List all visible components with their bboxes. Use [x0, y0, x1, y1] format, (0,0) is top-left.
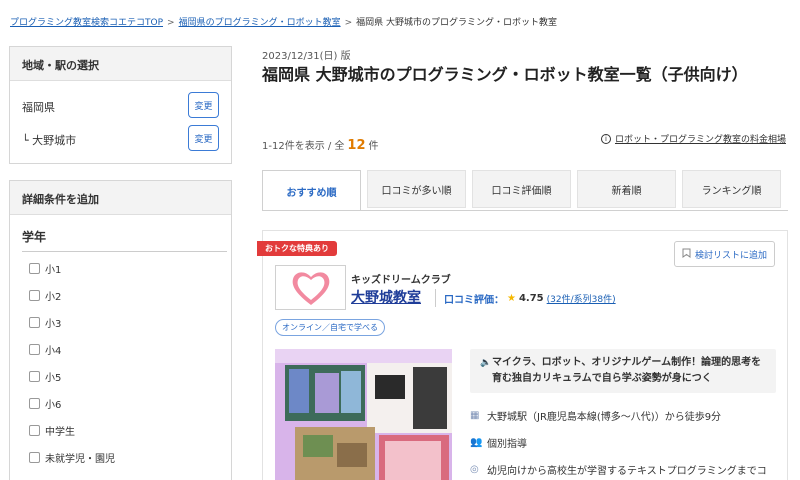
- online-tag: オンライン／自宅で学べる: [275, 319, 385, 336]
- grade-checkbox-junior-high[interactable]: 中学生: [29, 423, 75, 438]
- price-link[interactable]: i ロボット・プログラミング教室の料金相場: [600, 132, 786, 145]
- brand-name: キッズドリームクラブ: [351, 275, 451, 286]
- tab-recommended[interactable]: おすすめ順: [262, 170, 361, 211]
- tab-newest[interactable]: 新着順: [577, 170, 676, 208]
- checkbox-icon[interactable]: [29, 263, 40, 274]
- divider: [435, 289, 436, 307]
- result-total: 12: [347, 138, 366, 153]
- info-icon: i: [600, 133, 611, 144]
- checkbox-icon[interactable]: [29, 398, 40, 409]
- checkbox-icon[interactable]: [29, 425, 40, 436]
- school-photo[interactable]: [275, 349, 452, 480]
- style-text: 個別指導: [487, 439, 527, 450]
- filter-panel-title: 詳細条件を追加: [10, 181, 231, 215]
- result-count: 1-12件を表示 / 全 12 件: [262, 138, 379, 153]
- breadcrumb-current: 福岡県 大野城市のプログラミング・ロボット教室: [356, 18, 557, 28]
- filter-panel: 詳細条件を追加 学年 小1 小2 小3 小4 小5 小6 中学生 未就学児・園児: [9, 180, 232, 480]
- grade-checkbox-4[interactable]: 小4: [29, 342, 61, 357]
- checkbox-icon[interactable]: [29, 290, 40, 301]
- breadcrumb-separator: >: [167, 18, 175, 28]
- feature-text: マイクラ、ロボット、オリジナルゲーム制作！論理的思考を育む独自カリキュラムで自ら…: [492, 357, 762, 384]
- bookmark-icon: [682, 248, 691, 261]
- review-label: 口コミ評価：: [444, 295, 504, 306]
- target-text: 幼児向けから高校生が学習するテキストプログラミングまでコ: [487, 466, 767, 477]
- page-title: 福岡県 大野城市のプログラミング・ロボット教室一覧（子供向け）: [262, 65, 748, 84]
- breadcrumb-separator: >: [344, 18, 353, 28]
- school-logo[interactable]: [275, 265, 346, 310]
- school-card: おトクな特典あり 検討リストに追加 キッズドリームクラブ 大野城教室 口コミ評価…: [257, 230, 788, 480]
- target-row: ◎ 幼児向けから高校生が学習するテキストプログラミングまでコ: [470, 462, 767, 477]
- checkbox-icon[interactable]: [29, 452, 40, 463]
- tab-ranking[interactable]: ランキング順: [682, 170, 781, 208]
- change-city-button[interactable]: 変更: [188, 125, 219, 151]
- breadcrumb: プログラミング教室検索コエテコTOP > 福岡県のプログラミング・ロボット教室 > 福岡…: [10, 15, 557, 28]
- school-name-link[interactable]: 大野城教室: [351, 287, 421, 307]
- grade-checkbox-2[interactable]: 小2: [29, 288, 61, 303]
- people-icon: 👥: [470, 437, 483, 448]
- checkbox-icon[interactable]: [29, 344, 40, 355]
- add-to-list-button[interactable]: 検討リストに追加: [674, 241, 775, 267]
- grade-title: 学年: [22, 228, 227, 252]
- city-label: └ 大野城市: [22, 134, 77, 147]
- checkbox-icon[interactable]: [29, 317, 40, 328]
- breadcrumb-link-prefecture[interactable]: 福岡県のプログラミング・ロボット教室: [179, 18, 341, 28]
- target-icon: ◎: [470, 464, 479, 475]
- review-summary: 口コミ評価： ★ 4.75 (32件/系列38件): [444, 291, 616, 306]
- review-score: 4.75: [518, 293, 544, 304]
- tabs-divider: [262, 210, 788, 211]
- tab-review-rating[interactable]: 口コミ評価順: [472, 170, 571, 208]
- building-icon: ▦: [470, 410, 480, 421]
- grade-checkbox-3[interactable]: 小3: [29, 315, 61, 330]
- grade-checkbox-6[interactable]: 小6: [29, 396, 61, 411]
- edition-date: 2023/12/31(日) 版: [262, 51, 351, 62]
- grade-checkbox-1[interactable]: 小1: [29, 261, 61, 276]
- region-panel: 地域・駅の選択 福岡県 変更 └ 大野城市 変更: [9, 46, 232, 164]
- style-row: 👥 個別指導: [470, 435, 527, 450]
- breadcrumb-link-top[interactable]: プログラミング教室検索コエテコTOP: [10, 18, 163, 28]
- tab-most-reviews[interactable]: 口コミが多い順: [367, 170, 466, 208]
- star-icon: ★: [507, 293, 516, 304]
- access-text: 大野城駅（JR鹿児島本線(博多～八代)）から徒歩9分: [487, 412, 722, 423]
- region-panel-title: 地域・駅の選択: [10, 47, 231, 81]
- change-prefecture-button[interactable]: 変更: [188, 92, 219, 118]
- prefecture-label: 福岡県: [22, 101, 55, 114]
- grade-checkbox-5[interactable]: 小5: [29, 369, 61, 384]
- feature-box: 🔈 マイクラ、ロボット、オリジナルゲーム制作！論理的思考を育む独自カリキュラムで…: [470, 349, 776, 393]
- access-row: ▦ 大野城駅（JR鹿児島本線(博多～八代)）から徒歩9分: [470, 408, 721, 423]
- speaker-icon: 🔈: [480, 358, 492, 368]
- checkbox-icon[interactable]: [29, 371, 40, 382]
- sort-tabs: おすすめ順 口コミが多い順 口コミ評価順 新着順 ランキング順: [262, 170, 781, 211]
- special-offer-badge: おトクな特典あり: [257, 241, 337, 256]
- review-count-link[interactable]: (32件/系列38件): [547, 292, 616, 305]
- grade-checkbox-preschool[interactable]: 未就学児・園児: [29, 450, 115, 465]
